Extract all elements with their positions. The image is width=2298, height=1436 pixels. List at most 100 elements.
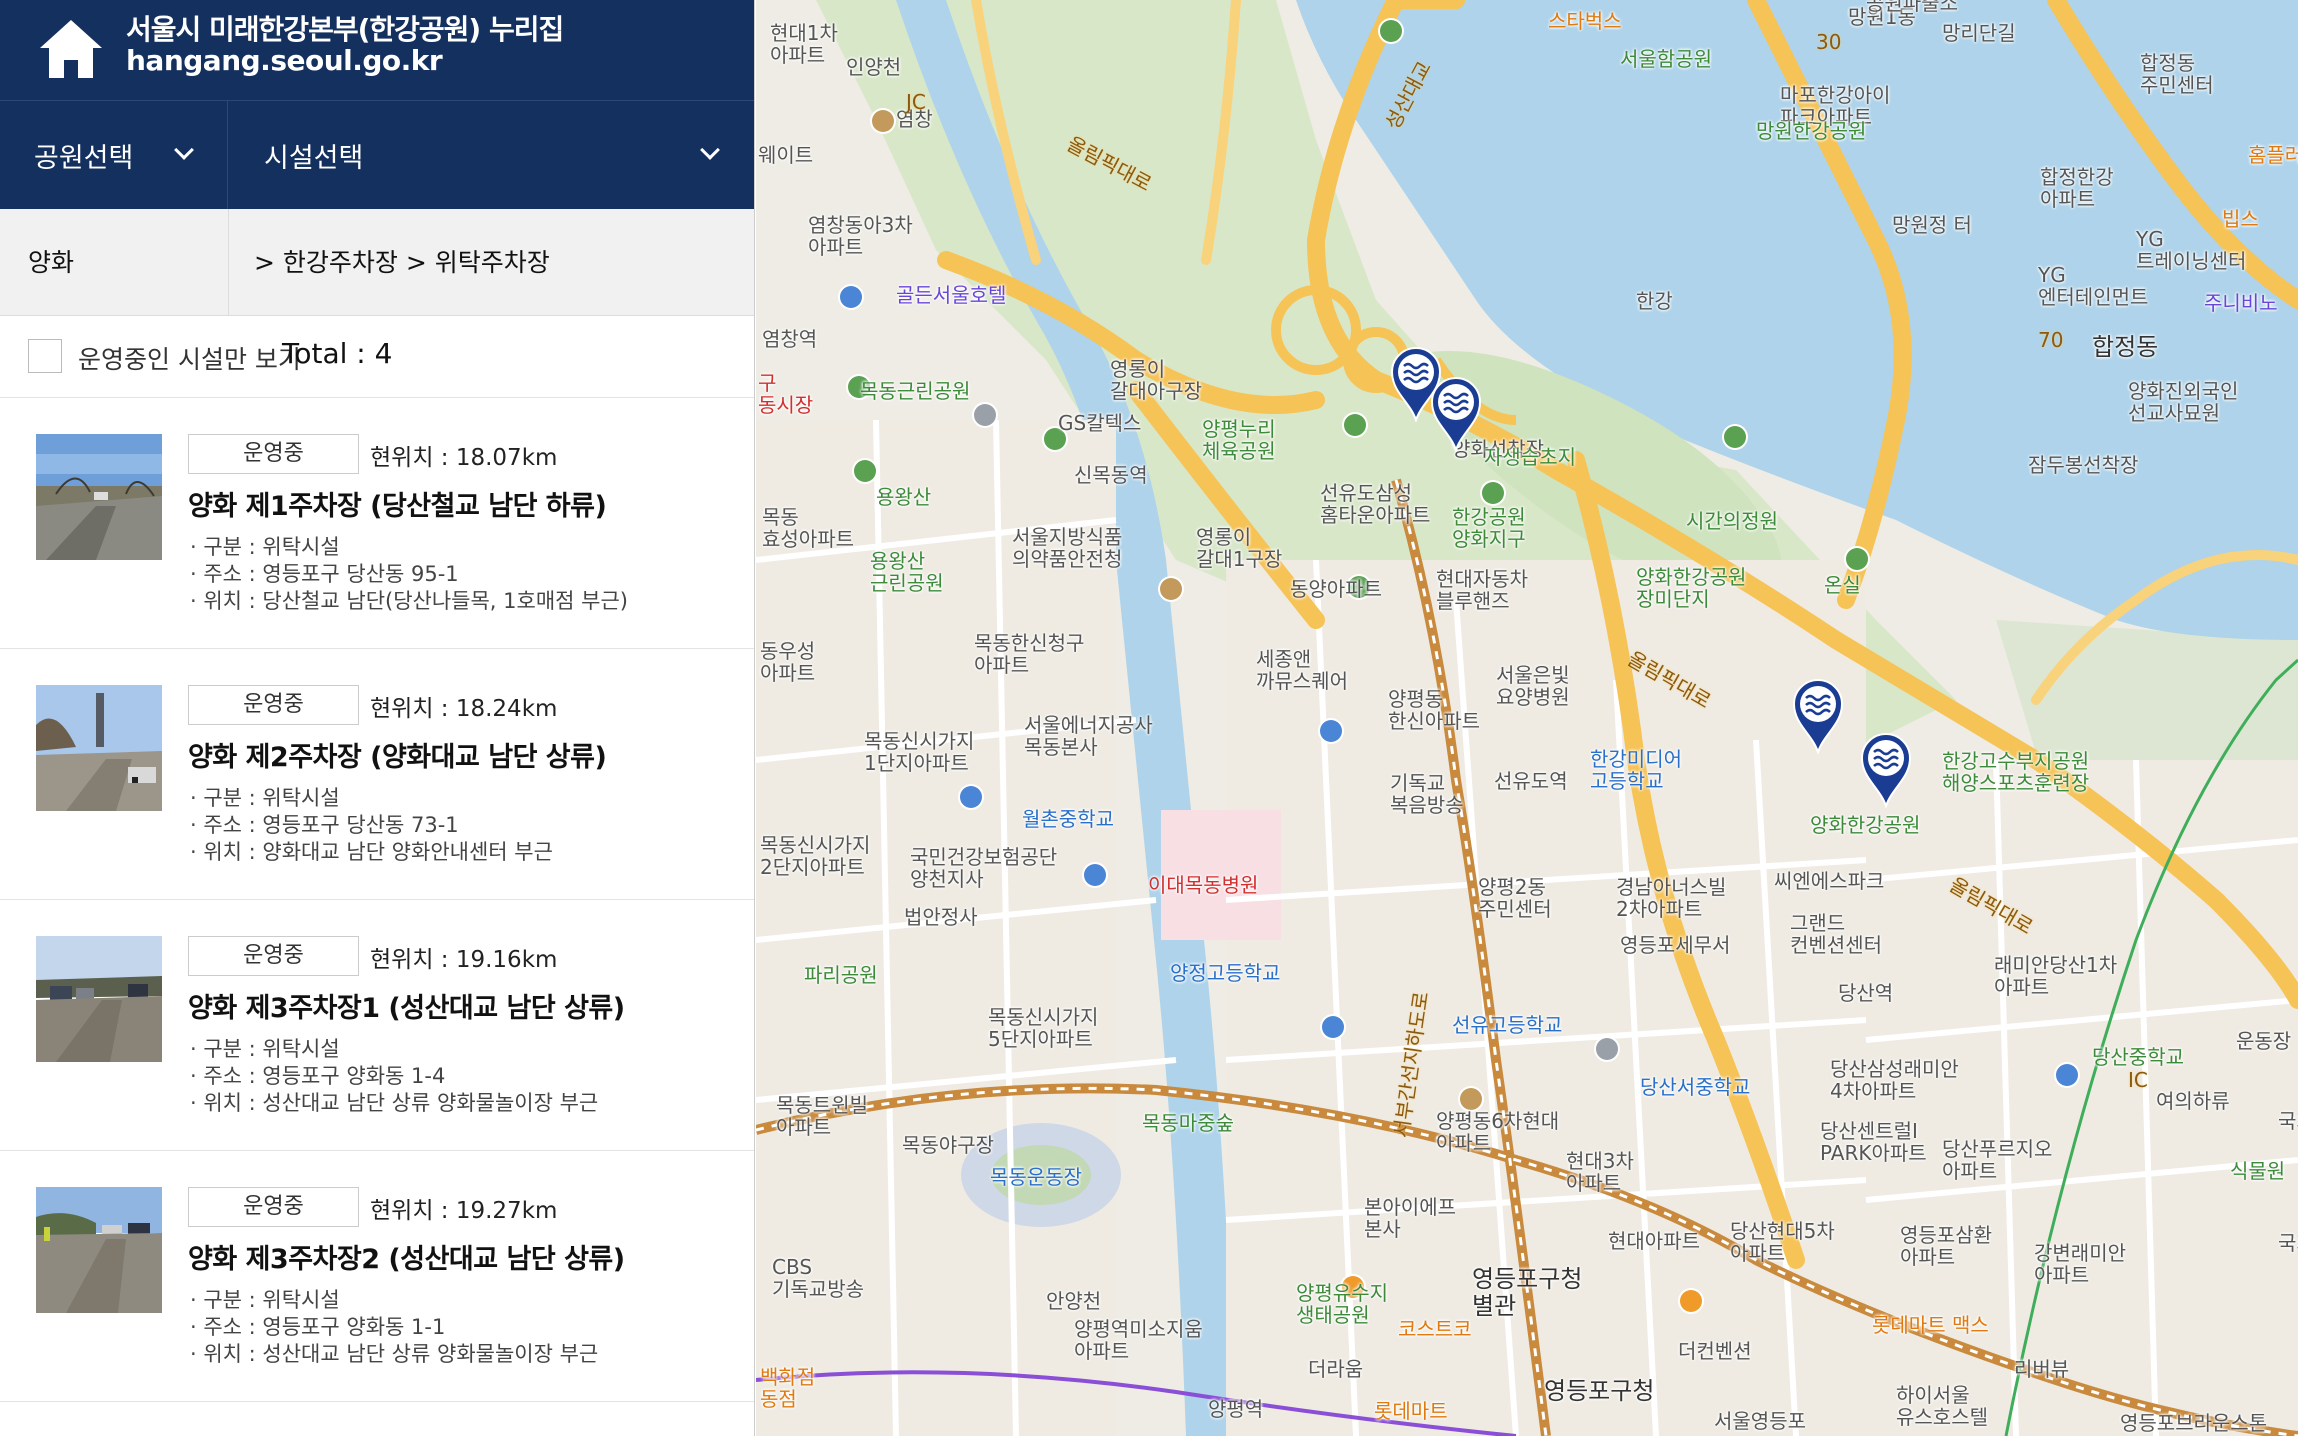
facility-address: · 주소 : 영등포구 당산동 73-1	[190, 813, 459, 837]
map-label: 백화점 동점	[760, 1365, 816, 1412]
shopping-icon	[1680, 1290, 1702, 1312]
map-label: 주니비노	[2204, 291, 2278, 315]
site-url[interactable]: hangang.seoul.go.kr	[126, 44, 443, 77]
map-label: 홈플러	[2248, 143, 2298, 167]
map-label: 영등포세무서	[1620, 933, 1731, 957]
facility-address: · 주소 : 영등포구 양화동 1-4	[190, 1064, 446, 1088]
building-icon	[872, 110, 894, 132]
map-label: 공원파출소	[1866, 0, 1958, 15]
map-view[interactable]: 현대1차 아파트 망원1동 스타벅스 서울함공원 망리단길 합정동 주민센터 마포한…	[756, 0, 2298, 1436]
facility-photo	[36, 1187, 162, 1313]
map-label: 안양천	[1046, 1289, 1102, 1313]
map-label: 양평역미소지움 아파트	[1074, 1317, 1203, 1364]
total-count: Total : 4	[282, 337, 393, 370]
map-label: 합정한강 아파트	[2040, 165, 2114, 212]
facility-category: · 구분 : 위탁시설	[190, 1288, 340, 1312]
map-label: 코스트코	[1398, 1317, 1472, 1341]
map-label: 자생습초지	[1484, 445, 1576, 469]
map-label: 선유도역	[1494, 769, 1568, 793]
status-badge: 운영중	[188, 434, 359, 474]
map-label: 양평2동 주민센터	[1478, 875, 1552, 922]
road-label: IC	[2128, 1068, 2148, 1092]
map-label: 한강고수부지공원 해양스포츠훈련장	[1942, 749, 2090, 796]
operating-only-checkbox[interactable]	[28, 339, 62, 373]
map-label: 목동마중숲	[1142, 1111, 1234, 1135]
map-label: 영등포삼환 아파트	[1900, 1223, 1992, 1270]
site-header: 서울시 미래한강본부(한강공원) 누리집 hangang.seoul.go.kr	[0, 0, 754, 100]
facility-select-label: 시설선택	[264, 143, 364, 174]
map-canvas	[756, 0, 2298, 1436]
park-icon	[1846, 548, 1868, 570]
status-badge: 운영중	[188, 936, 359, 976]
park-icon	[854, 460, 876, 482]
hospital-icon	[1084, 864, 1106, 886]
tax-office-icon	[1596, 1038, 1618, 1060]
operating-only-label[interactable]: 운영중인 시설만 보기	[78, 340, 301, 376]
facility-location: · 위치 : 당산철교 남단(당산나들목, 1호매점 부근)	[190, 589, 628, 613]
map-label: 양화진외국인 선교사묘원	[2128, 379, 2239, 426]
map-label: 양평동 한신아파트	[1388, 687, 1480, 734]
facility-title[interactable]: 양화 제2주차장 (양화대교 남단 상류)	[188, 735, 607, 774]
map-label: 한강	[1636, 289, 1673, 313]
map-label: 염창동아3차 아파트	[808, 213, 913, 260]
map-label: 영등포브라운스톤	[2120, 1411, 2268, 1435]
map-label: 양평유수지 생태공원	[1296, 1281, 1388, 1328]
map-label: 당산센트럴I PARK아파트	[1820, 1119, 1927, 1166]
map-label: 파리공원	[804, 963, 878, 987]
chevron-down-icon	[174, 140, 194, 160]
breadcrumb: 양화 > 한강주차장 > 위탁주차장	[0, 209, 754, 316]
map-marker-parking[interactable]	[1790, 676, 1846, 754]
park-select[interactable]: 공원선택	[0, 101, 228, 210]
school-icon	[1320, 720, 1342, 742]
facility-category: · 구분 : 위탁시설	[190, 535, 340, 559]
map-label: 신목동역	[1074, 463, 1148, 487]
map-label: 경남아너스빌 2차아파트	[1616, 875, 1727, 922]
map-label: 운동장	[2236, 1029, 2292, 1053]
hotel-icon	[840, 286, 862, 308]
facility-select[interactable]: 시설선택	[228, 101, 754, 210]
map-label: 목동한신청구 아파트	[974, 631, 1085, 678]
divider	[228, 209, 229, 316]
site-title: 서울시 미래한강본부(한강공원) 누리집	[126, 13, 564, 46]
breadcrumb-park: 양화	[28, 248, 75, 277]
map-label: 한강미디어 고등학교	[1590, 747, 1682, 794]
map-marker-parking[interactable]	[1858, 730, 1914, 808]
map-label: 선유도삼성 홈타운아파트	[1320, 481, 1431, 528]
map-label: 목동신시가지 2단지아파트	[760, 833, 871, 880]
map-label: YG 엔터테인먼트	[2038, 263, 2149, 310]
map-label: 서울함공원	[1620, 47, 1712, 71]
map-label: 기독교 복음방송	[1390, 771, 1464, 818]
facility-title[interactable]: 양화 제1주차장 (당산철교 남단 하류)	[188, 484, 607, 523]
map-label: 서울영등포	[1714, 1409, 1806, 1433]
list-item[interactable]: 운영중 현위치 : 19.27km 양화 제3주차장2 (성산대교 남단 상류)…	[0, 1151, 754, 1402]
map-label: 월촌중학교	[1022, 807, 1114, 831]
park-select-label: 공원선택	[34, 143, 134, 174]
status-badge: 운영중	[188, 685, 359, 725]
status-badge: 운영중	[188, 1187, 359, 1227]
map-label: 더라움	[1308, 1357, 1364, 1381]
list-item[interactable]: 운영중 현위치 : 18.07km 양화 제1주차장 (당산철교 남단 하류) …	[0, 398, 754, 649]
facility-address: · 주소 : 영등포구 당산동 95-1	[190, 562, 459, 586]
home-button[interactable]	[36, 14, 106, 84]
map-label: 당산푸르지오 아파트	[1942, 1137, 2053, 1184]
distance-text: 현위치 : 19.27km	[370, 1198, 558, 1224]
school-icon	[2056, 1064, 2078, 1086]
map-label: 동양아파트	[1290, 577, 1382, 601]
facility-photo	[36, 685, 162, 811]
list-item[interactable]: 운영중 현위치 : 19.16km 양화 제3주차장1 (성산대교 남단 상류)…	[0, 900, 754, 1151]
map-label: 세종앤 까뮤스퀘어	[1256, 647, 1348, 694]
map-label: 현대3차 아파트	[1566, 1149, 1634, 1196]
map-marker-parking[interactable]	[1428, 374, 1484, 452]
map-label: 시간의정원	[1686, 509, 1778, 533]
facility-title[interactable]: 양화 제3주차장2 (성산대교 남단 상류)	[188, 1237, 625, 1276]
facility-title[interactable]: 양화 제3주차장1 (성산대교 남단 상류)	[188, 986, 625, 1025]
map-label: 염창역	[762, 327, 818, 351]
facility-list: 운영중 현위치 : 18.07km 양화 제1주차장 (당산철교 남단 하류) …	[0, 398, 754, 1402]
map-label: 인양천	[846, 55, 902, 79]
list-item[interactable]: 운영중 현위치 : 18.24km 양화 제2주차장 (양화대교 남단 상류) …	[0, 649, 754, 900]
map-label: 목동 효성아파트	[762, 505, 854, 552]
map-pin-icon	[1430, 377, 1482, 452]
map-label: 이대목동병원	[1148, 873, 1259, 897]
map-label: 온실	[1824, 573, 1861, 597]
facility-category: · 구분 : 위탁시설	[190, 1037, 340, 1061]
